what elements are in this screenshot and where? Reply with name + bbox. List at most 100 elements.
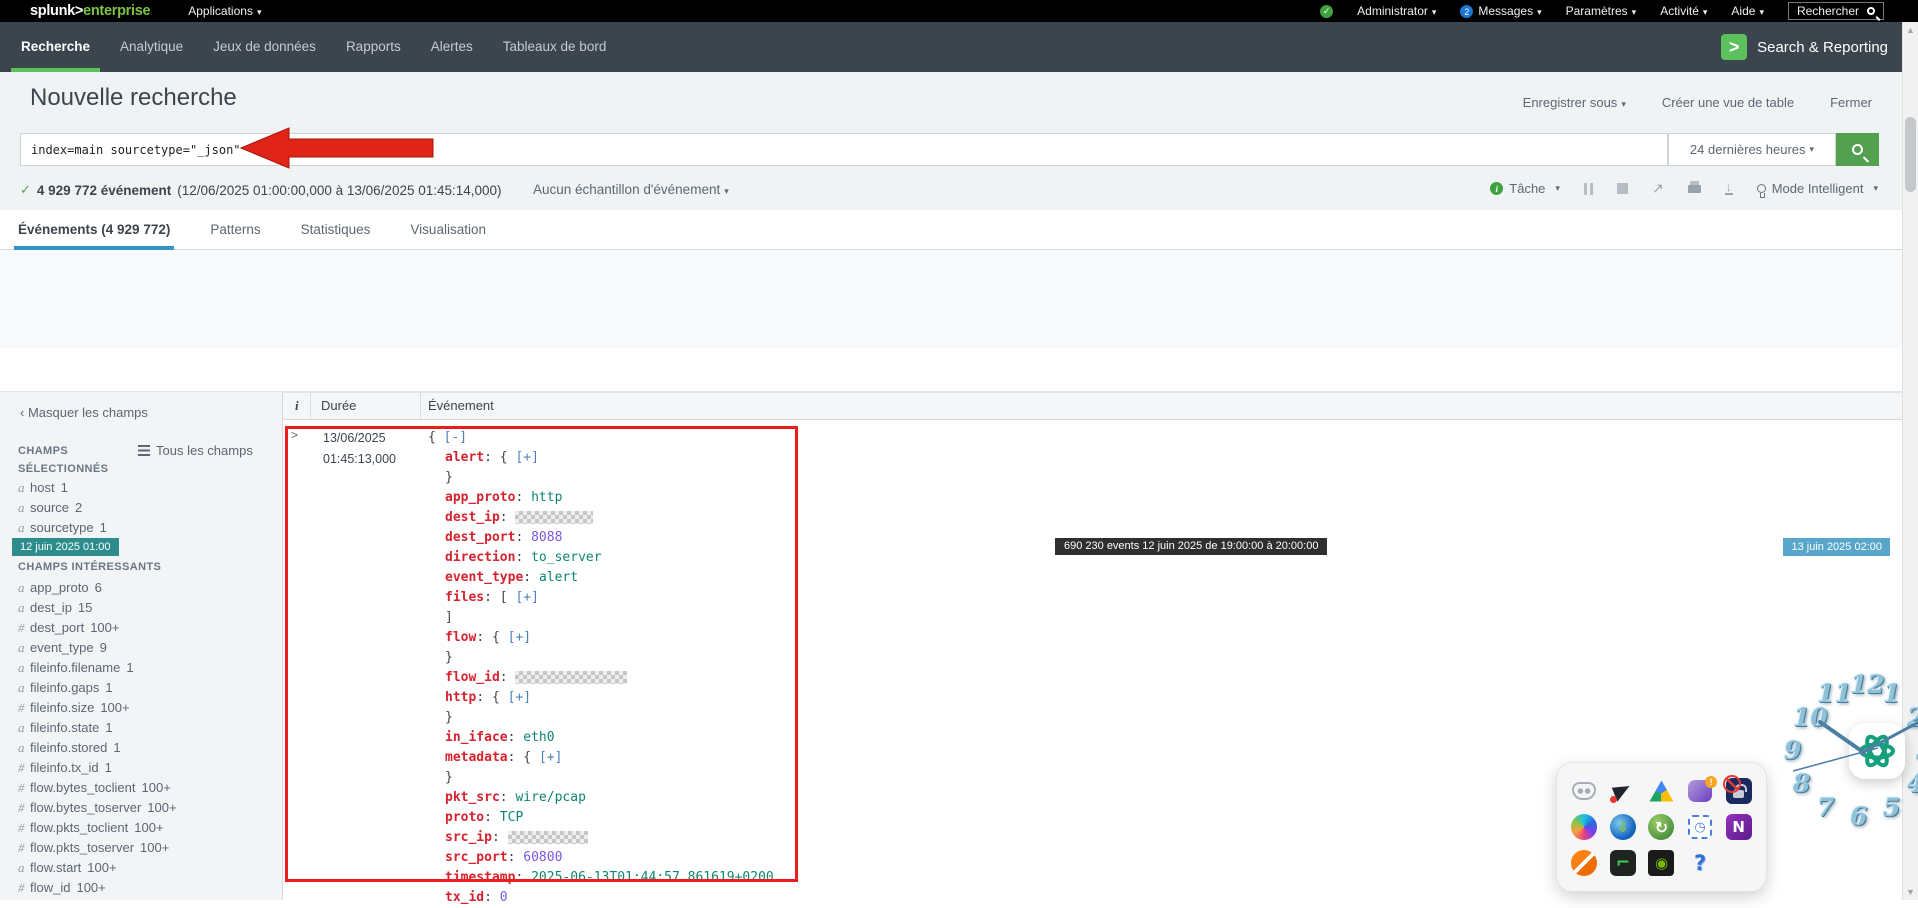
create-table-view-button[interactable]: Créer une vue de table — [1662, 95, 1794, 110]
field-type-icon: a — [18, 578, 30, 598]
nav-tab-recherche[interactable]: Recherche — [6, 22, 105, 72]
field-type-icon: # — [18, 698, 30, 718]
lightbulb-icon — [1757, 184, 1766, 193]
search-mode-menu[interactable]: Mode Intelligent — [1757, 181, 1878, 196]
column-header-time[interactable]: Durée — [321, 398, 356, 413]
field-fileinfo-state[interactable]: afileinfo.state1 — [18, 718, 177, 738]
events-table-header: i Durée Événement — [283, 392, 1902, 420]
folder-alert-icon[interactable]: ! — [1688, 780, 1712, 802]
field-flow-id[interactable]: #flow_id100+ — [18, 878, 177, 898]
search-icon — [1852, 144, 1863, 155]
top-system-bar: splunk>enterprise Applications ✓ Adminis… — [0, 0, 1918, 22]
field-name: event_type — [30, 640, 94, 655]
job-task-menu[interactable]: iTâche — [1490, 181, 1560, 196]
telegram-icon[interactable] — [1610, 778, 1636, 804]
save-as-button[interactable]: Enregistrer sous — [1523, 95, 1626, 110]
column-header-info: i — [295, 398, 299, 414]
field-name: flow.start — [30, 860, 81, 875]
icon-glyph: ◷ — [1694, 820, 1705, 835]
field-fileinfo-gaps[interactable]: afileinfo.gaps1 — [18, 678, 177, 698]
field-flow-pkts-toclient[interactable]: #flow.pkts_toclient100+ — [18, 818, 177, 838]
field-flow-bytes-toserver[interactable]: #flow.bytes_toserver100+ — [18, 798, 177, 818]
scrollbar-thumb[interactable] — [1905, 117, 1916, 192]
field-name: fileinfo.filename — [30, 660, 120, 675]
help-menu[interactable]: Aide — [1731, 4, 1764, 18]
stop-job-icon[interactable] — [1617, 183, 1628, 194]
search-query-text: index=main sourcetype="_json" — [31, 143, 241, 157]
print-icon[interactable] — [1688, 185, 1701, 193]
field-name: flow.pkts_toclient — [30, 820, 128, 835]
results-tab-v-nements-4-929-772[interactable]: Événements (4 929 772) — [18, 210, 170, 250]
field-name: fileinfo.tx_id — [30, 760, 99, 775]
nav-tab-tableaux-de-bord[interactable]: Tableaux de bord — [488, 22, 622, 72]
messages-menu[interactable]: 2Messages — [1460, 4, 1541, 19]
run-search-button[interactable] — [1836, 133, 1879, 166]
hour-hand — [1820, 722, 1863, 752]
google-drive-icon[interactable] — [1649, 781, 1673, 802]
nav-tab-alertes[interactable]: Alertes — [416, 22, 488, 72]
field-flow-start[interactable]: aflow.start100+ — [18, 858, 177, 878]
alert-badge: ! — [1705, 776, 1717, 788]
app-nav-tabs: RechercheAnalytiqueJeux de donnéesRappor… — [6, 22, 621, 72]
field-dest-ip[interactable]: adest_ip15 — [18, 598, 177, 618]
field-type-icon: a — [18, 678, 30, 698]
field-type-icon: # — [18, 818, 30, 838]
export-icon[interactable]: ↓ — [1725, 182, 1733, 195]
avast-icon[interactable] — [1571, 850, 1597, 876]
selected-fields-title: CHAMPS SÉLECTIONNÉS — [18, 442, 133, 478]
nav-tab-analytique[interactable]: Analytique — [105, 22, 198, 72]
page-title: Nouvelle recherche — [30, 84, 237, 112]
snake-game-icon[interactable]: ⌐ — [1610, 850, 1636, 876]
copilot-icon[interactable] — [1571, 814, 1597, 840]
app-brand[interactable]: > Search & Reporting — [1721, 34, 1888, 60]
field-host[interactable]: ahost1 — [18, 478, 107, 498]
task-label: Tâche — [1509, 181, 1545, 196]
field-flow-pkts-toserver[interactable]: #flow.pkts_toserver100+ — [18, 838, 177, 858]
download-manager-icon[interactable]: ⇓ — [1610, 814, 1636, 840]
scroll-up-arrow-icon[interactable]: ▲ — [1903, 25, 1918, 35]
all-fields-link[interactable]: Tous les champs — [138, 443, 253, 458]
close-button[interactable]: Fermer — [1830, 95, 1872, 110]
time-range-picker[interactable]: 24 dernières heures — [1668, 133, 1836, 166]
nvidia-icon[interactable]: ◉ — [1648, 850, 1674, 876]
field-fileinfo-filename[interactable]: afileinfo.filename1 — [18, 658, 177, 678]
applications-menu[interactable]: Applications — [188, 4, 261, 18]
field-count: 100+ — [100, 700, 129, 715]
field-count: 100+ — [76, 880, 105, 895]
field-app-proto[interactable]: aapp_proto6 — [18, 578, 177, 598]
results-tab-statistiques[interactable]: Statistiques — [301, 210, 371, 250]
minute-hand — [1863, 715, 1918, 752]
nav-tab-rapports[interactable]: Rapports — [331, 22, 416, 72]
global-search-input[interactable]: Rechercher — [1788, 2, 1884, 20]
search-icon — [1867, 7, 1875, 15]
nav-tab-jeux-de-donn-es[interactable]: Jeux de données — [198, 22, 331, 72]
settings-menu[interactable]: Paramètres — [1566, 4, 1637, 18]
splunk-logo[interactable]: splunk>enterprise — [30, 3, 150, 19]
field-flow-bytes-toclient[interactable]: #flow.bytes_toclient100+ — [18, 778, 177, 798]
event-sampling-menu[interactable]: Aucun échantillon d'événement — [533, 182, 729, 197]
discord-icon[interactable] — [1572, 782, 1596, 800]
results-tab-patterns[interactable]: Patterns — [210, 210, 260, 250]
field-event-type[interactable]: aevent_type9 — [18, 638, 177, 658]
scroll-down-arrow-icon[interactable]: ▼ — [1903, 887, 1918, 897]
share-icon[interactable] — [1652, 180, 1664, 197]
field-fileinfo-stored[interactable]: afileinfo.stored1 — [18, 738, 177, 758]
health-check-icon[interactable]: ✓ — [1320, 5, 1333, 18]
results-tab-visualisation[interactable]: Visualisation — [410, 210, 486, 250]
help-icon[interactable]: ? — [1687, 850, 1713, 876]
field-count: 15 — [78, 600, 92, 615]
task-scheduler-icon[interactable]: ◷ — [1688, 815, 1712, 839]
hide-fields-link[interactable]: Masquer les champs — [20, 405, 148, 420]
field-fileinfo-size[interactable]: #fileinfo.size100+ — [18, 698, 177, 718]
activity-menu[interactable]: Activité — [1660, 4, 1707, 18]
field-source[interactable]: asource2 — [18, 498, 107, 518]
field-type-icon: a — [18, 658, 30, 678]
field-sourcetype[interactable]: asourcetype1 — [18, 518, 107, 538]
field-count: 100+ — [87, 860, 116, 875]
pause-job-icon[interactable] — [1584, 183, 1593, 195]
field-fileinfo-tx-id[interactable]: #fileinfo.tx_id1 — [18, 758, 177, 778]
field-type-icon: a — [18, 738, 30, 758]
sync-icon[interactable]: ↻ — [1648, 814, 1674, 840]
account-menu[interactable]: Administrator — [1357, 4, 1436, 18]
field-dest-port[interactable]: #dest_port100+ — [18, 618, 177, 638]
